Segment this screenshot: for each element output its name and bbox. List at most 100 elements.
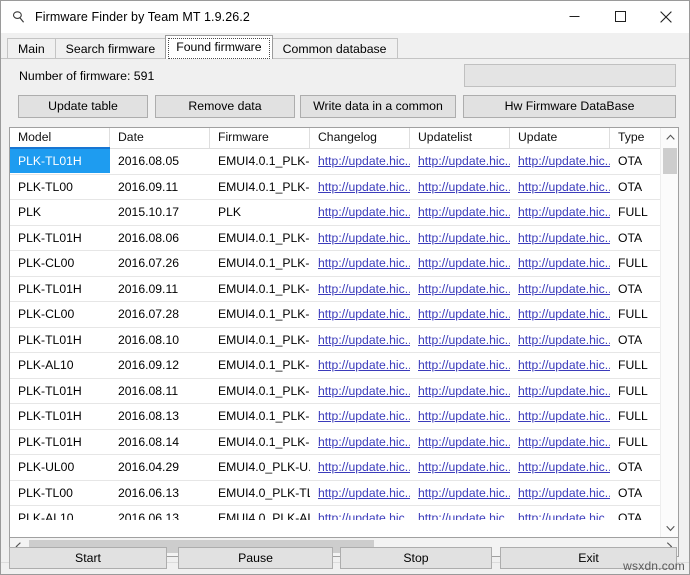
hw-firmware-database-button[interactable]: Hw Firmware DataBase	[463, 95, 676, 118]
cell-firmware: EMUI4.0.1_PLK-...	[218, 281, 310, 296]
cell-changelog-link[interactable]: http://update.hic...	[310, 226, 410, 250]
column-header-date[interactable]: Date	[110, 128, 210, 148]
cell-update-link[interactable]: http://update.hic...	[510, 149, 610, 173]
cell-type: FULL	[618, 256, 648, 271]
cell-changelog-link[interactable]: http://update.hic...	[310, 379, 410, 403]
cell-update-link[interactable]: http://update.hic...	[510, 379, 610, 403]
table-row[interactable]: PLK-UL00 2016.04.29 EMUI4.0_PLK-U... http:/…	[10, 455, 678, 481]
column-header-firmware[interactable]: Firmware	[210, 128, 310, 148]
cell-changelog-link[interactable]: http://update.hic...	[310, 302, 410, 326]
cell-firmware: EMUI4.0.1_PLK-...	[218, 154, 310, 169]
cell-updatelist-link[interactable]: http://update.hic...	[410, 149, 510, 173]
table-row[interactable]: PLK-TL01H 2016.08.13 EMUI4.0.1_PLK-... http…	[10, 404, 678, 430]
cell-updatelist-link[interactable]: http://update.hic...	[410, 328, 510, 352]
maximize-button[interactable]	[597, 1, 643, 32]
scroll-up-icon[interactable]	[661, 128, 678, 146]
cell-changelog-link[interactable]: http://update.hic...	[310, 455, 410, 479]
column-header-model[interactable]: Model	[10, 128, 110, 148]
cell-updatelist-link[interactable]: http://update.hic...	[410, 379, 510, 403]
cell-update-link[interactable]: http://update.hic...	[510, 175, 610, 199]
cell-updatelist-link[interactable]: http://update.hic...	[410, 226, 510, 250]
close-button[interactable]	[643, 1, 689, 32]
cell-update-link[interactable]: http://update.hic...	[510, 353, 610, 377]
cell-update-link[interactable]: http://update.hic...	[510, 430, 610, 454]
cell-update-link[interactable]: http://update.hic...	[510, 481, 610, 505]
table-row[interactable]: PLK-TL01H 2016.08.11 EMUI4.0.1_PLK-... http…	[10, 379, 678, 404]
cell-updatelist-link[interactable]: http://update.hic...	[410, 200, 510, 224]
cell-changelog-link[interactable]: http://update.hic...	[310, 149, 410, 173]
pause-button[interactable]: Pause	[178, 547, 333, 569]
cell-type: OTA	[618, 460, 643, 475]
table-row[interactable]: PLK-TL00 2016.09.11 EMUI4.0.1_PLK-... http:…	[10, 175, 678, 200]
tab-main[interactable]: Main	[7, 38, 56, 59]
cell-updatelist-link[interactable]: http://update.hic...	[410, 251, 510, 275]
cell-update-link[interactable]: http://update.hic...	[510, 404, 610, 428]
update-table-button[interactable]: Update table	[18, 95, 148, 118]
cell-model: PLK-TL00	[18, 179, 73, 194]
cell-updatelist-link[interactable]: http://update.hic...	[410, 404, 510, 428]
table-row[interactable]: PLK-TL01H 2016.08.14 EMUI4.0.1_PLK-... http…	[10, 430, 678, 455]
column-header-update[interactable]: Update	[510, 128, 610, 148]
cell-firmware: EMUI4.0.1_PLK-...	[218, 434, 310, 449]
minimize-button[interactable]	[551, 1, 597, 32]
scroll-down-icon[interactable]	[661, 519, 678, 537]
cell-type: FULL	[618, 409, 648, 424]
column-header-changelog[interactable]: Changelog	[310, 128, 410, 148]
cell-update-link[interactable]: http://update.hic...	[510, 506, 610, 520]
cell-update-link[interactable]: http://update.hic...	[510, 455, 610, 479]
cell-model: PLK-AL10	[18, 511, 74, 520]
table-row[interactable]: PLK-CL00 2016.07.28 EMUI4.0.1_PLK-... http:…	[10, 302, 678, 328]
cell-changelog-link[interactable]: http://update.hic...	[310, 328, 410, 352]
cell-updatelist-link[interactable]: http://update.hic...	[410, 481, 510, 505]
cell-update-link[interactable]: http://update.hic...	[510, 251, 610, 275]
tab-common-database[interactable]: Common database	[271, 38, 398, 59]
start-button[interactable]: Start	[9, 547, 167, 569]
cell-update-link[interactable]: http://update.hic...	[510, 328, 610, 352]
cell-model: PLK-TL01H	[18, 383, 82, 398]
write-data-in-a-common-button[interactable]: Write data in a common	[300, 95, 456, 118]
cell-update-link[interactable]: http://update.hic...	[510, 226, 610, 250]
table-row[interactable]: PLK-TL01H 2016.08.06 EMUI4.0.1_PLK-... http…	[10, 226, 678, 251]
table-row[interactable]: PLK-TL01H 2016.09.11 EMUI4.0.1_PLK-... http…	[10, 277, 678, 302]
remove-data-button[interactable]: Remove data	[155, 95, 295, 118]
cell-update-link[interactable]: http://update.hic...	[510, 277, 610, 301]
cell-changelog-link[interactable]: http://update.hic...	[310, 481, 410, 505]
cell-changelog-link[interactable]: http://update.hic...	[310, 175, 410, 199]
cell-date: 2016.09.11	[118, 179, 179, 194]
tab-search-firmware[interactable]: Search firmware	[54, 38, 167, 59]
cell-update-link[interactable]: http://update.hic...	[510, 302, 610, 326]
cell-updatelist-link[interactable]: http://update.hic...	[410, 302, 510, 326]
vertical-scrollbar-thumb[interactable]	[663, 148, 677, 174]
tab-found-firmware[interactable]: Found firmware	[165, 35, 273, 59]
cell-changelog-link[interactable]: http://update.hic...	[310, 353, 410, 377]
table-row[interactable]: PLK-TL01H 2016.08.05 EMUI4.0.1_PLK-... http…	[10, 149, 678, 175]
window-controls	[551, 1, 689, 33]
table-row[interactable]: PLK-AL102016.06.13EMUI4.0_PLK-AL...http:…	[10, 506, 678, 520]
column-header-type[interactable]: Type	[610, 128, 660, 148]
table-row[interactable]: PLK 2015.10.17 PLK http://update.hic... http…	[10, 200, 678, 226]
cell-changelog-link[interactable]: http://update.hic...	[310, 251, 410, 275]
cell-updatelist-link[interactable]: http://update.hic...	[410, 353, 510, 377]
table-row[interactable]: PLK-CL00 2016.07.26 EMUI4.0.1_PLK-... http:…	[10, 251, 678, 277]
cell-changelog-link[interactable]: http://update.hic...	[310, 404, 410, 428]
table-row[interactable]: PLK-TL01H 2016.08.10 EMUI4.0.1_PLK-... http…	[10, 328, 678, 353]
cell-updatelist-link[interactable]: http://update.hic...	[410, 455, 510, 479]
cell-firmware: EMUI4.0.1_PLK-...	[218, 332, 310, 347]
column-header-updatelist[interactable]: Updatelist	[410, 128, 510, 148]
vertical-scrollbar[interactable]	[660, 128, 678, 537]
cell-changelog-link[interactable]: http://update.hic...	[310, 506, 410, 520]
table-row[interactable]: PLK-AL10 2016.09.12 EMUI4.0.1_PLK-... http:…	[10, 353, 678, 379]
cell-updatelist-link[interactable]: http://update.hic...	[410, 506, 510, 520]
stop-button[interactable]: Stop	[340, 547, 492, 569]
cell-updatelist-link[interactable]: http://update.hic...	[410, 277, 510, 301]
status-field[interactable]	[464, 64, 676, 87]
cell-changelog-link[interactable]: http://update.hic...	[310, 430, 410, 454]
cell-update-link[interactable]: http://update.hic...	[510, 200, 610, 224]
title-bar: Firmware Finder by Team MT 1.9.26.2	[1, 1, 689, 33]
cell-changelog-link[interactable]: http://update.hic...	[310, 200, 410, 224]
cell-updatelist-link[interactable]: http://update.hic...	[410, 430, 510, 454]
cell-changelog-link[interactable]: http://update.hic...	[310, 277, 410, 301]
tab-main-label: Main	[18, 42, 45, 56]
table-row[interactable]: PLK-TL002016.06.13EMUI4.0_PLK-TL...http:…	[10, 481, 678, 506]
cell-updatelist-link[interactable]: http://update.hic...	[410, 175, 510, 199]
